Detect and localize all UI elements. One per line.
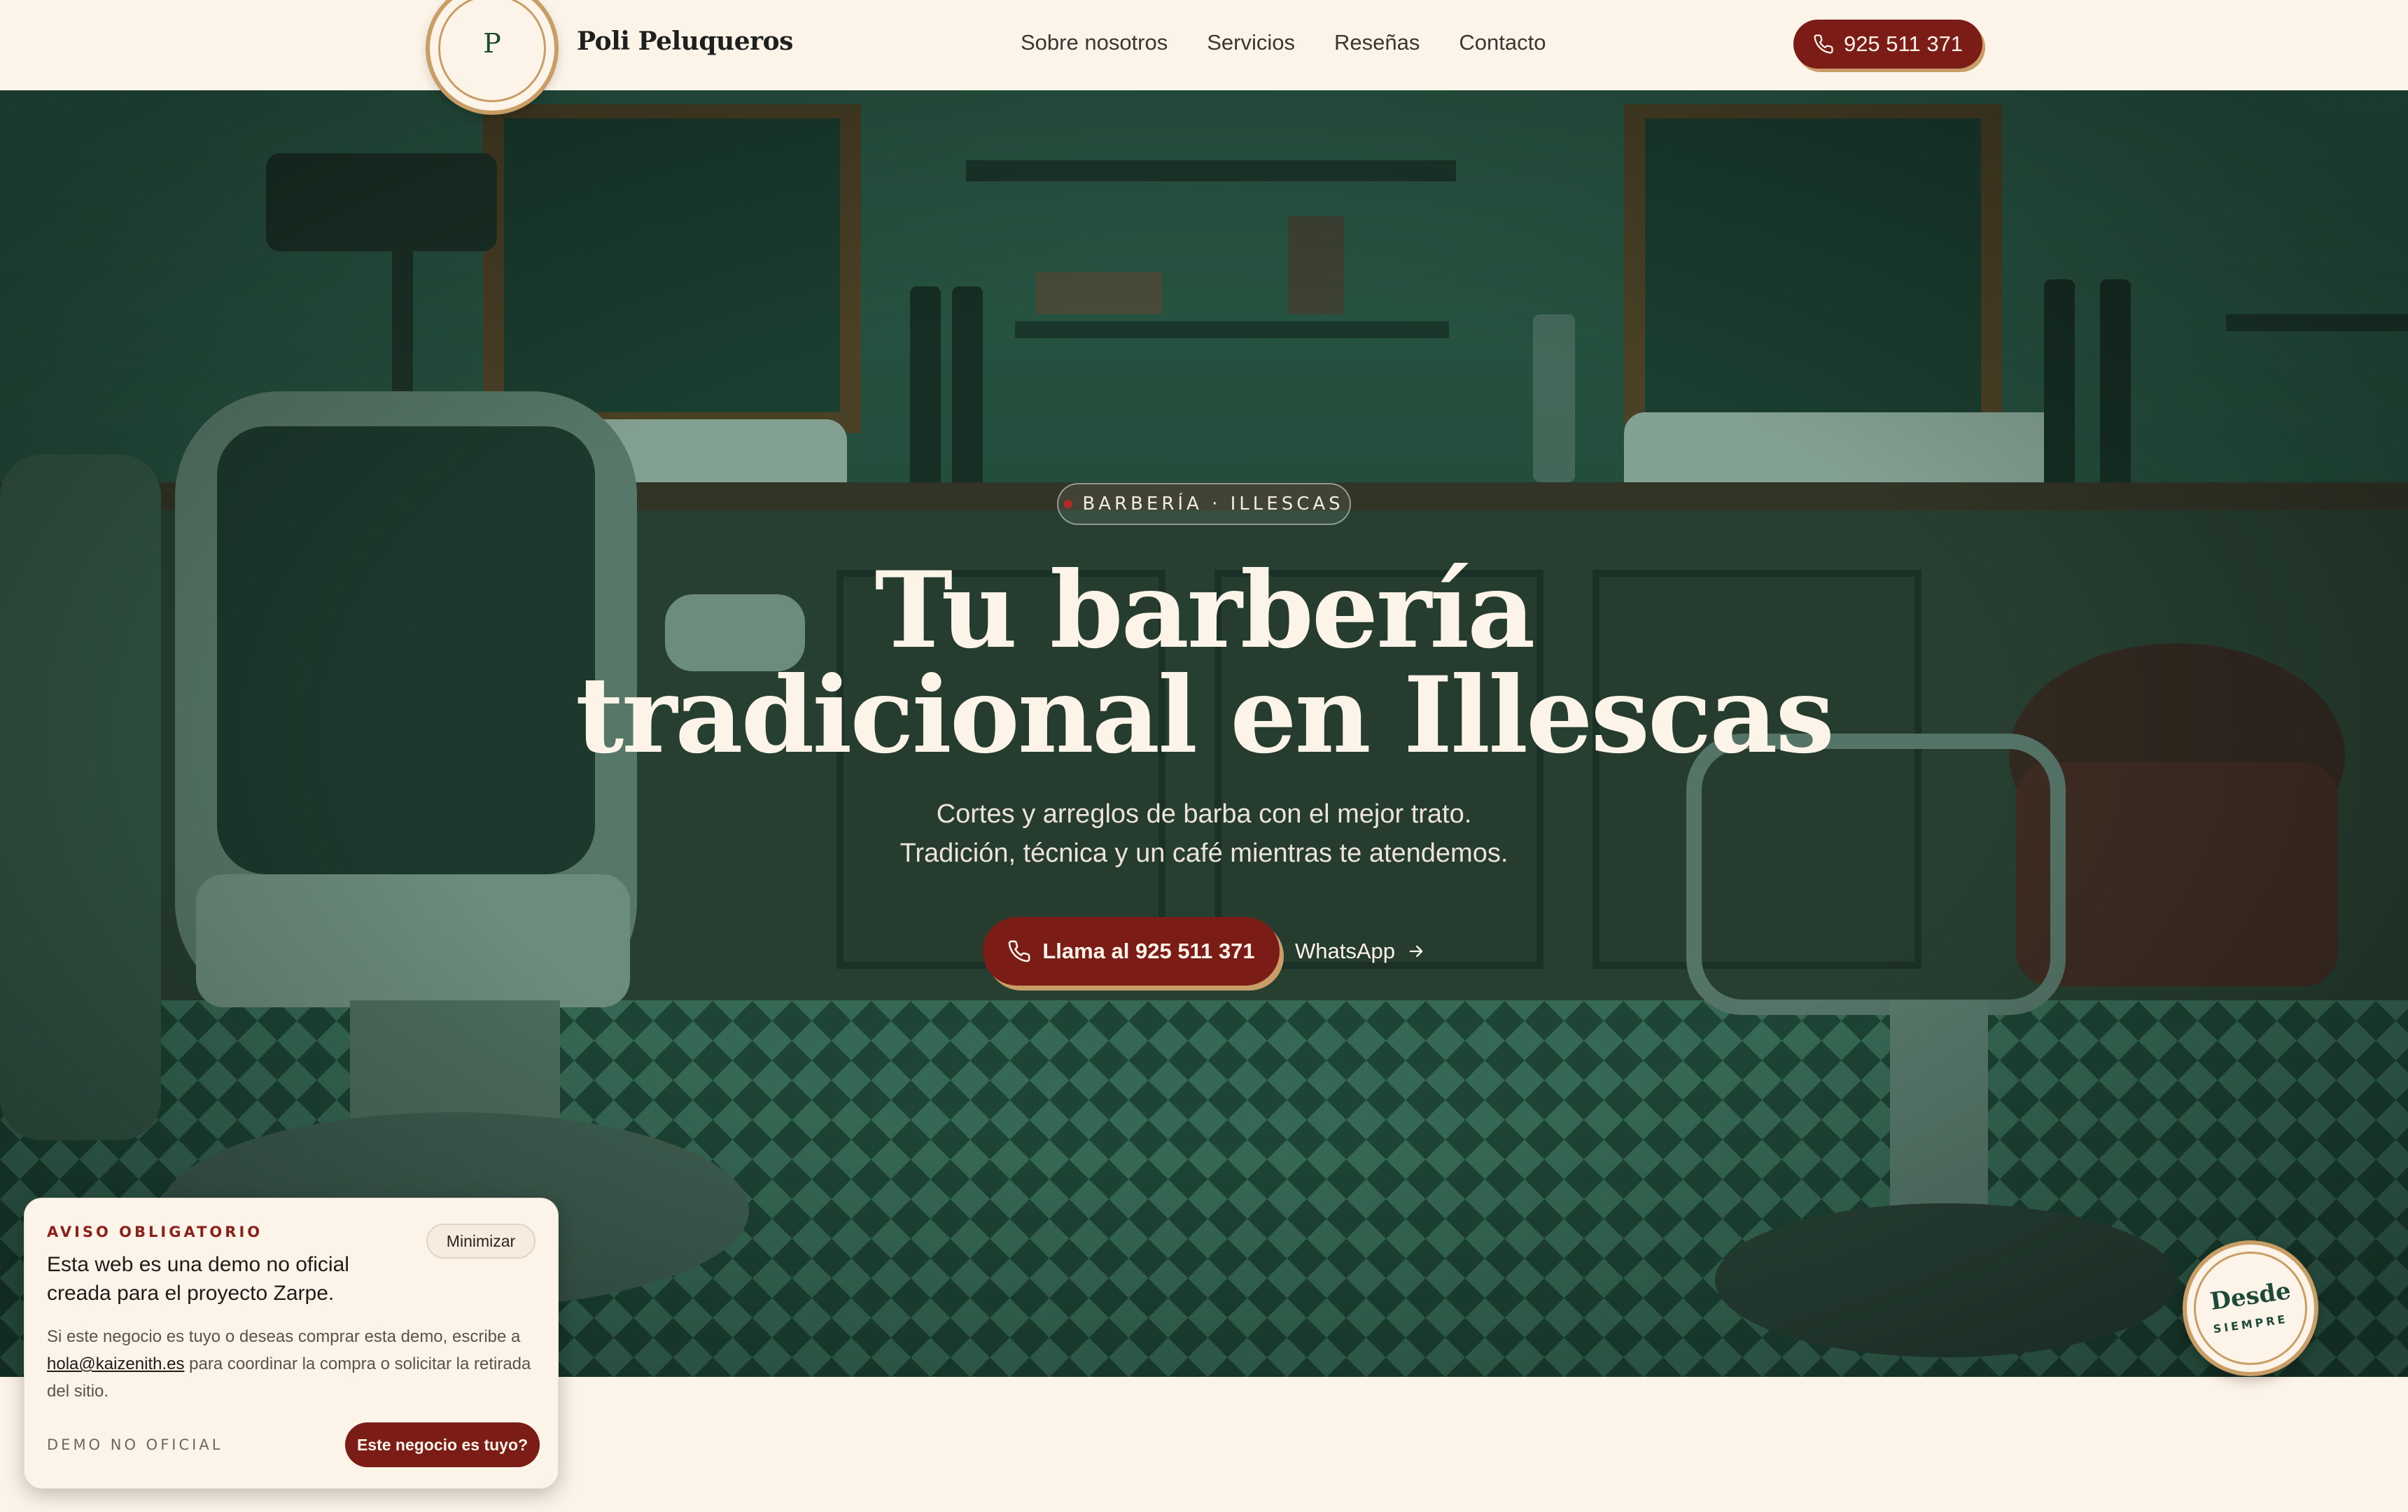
kicker-text: BARBERÍA · ILLESCAS bbox=[1082, 493, 1344, 514]
header-phone-button[interactable]: 925 511 371 bbox=[1793, 20, 1982, 69]
kicker-dot bbox=[1064, 500, 1073, 508]
claim-business-button[interactable]: Este negocio es tuyo? bbox=[345, 1422, 540, 1467]
kicker-pill: BARBERÍA · ILLESCAS bbox=[1057, 483, 1351, 525]
site-header: P Poli Peluqueros Sobre nosotros Servici… bbox=[0, 0, 2408, 115]
call-button[interactable]: Llama al 925 511 371 bbox=[983, 917, 1280, 986]
hero-section: BARBERÍA · ILLESCAS Tu barbería tradicio… bbox=[0, 90, 2408, 1377]
hero-subtitle: Cortes y arreglos de barba con el mejor … bbox=[714, 794, 1694, 873]
since-badge: Desde SIEMPRE bbox=[2183, 1240, 2318, 1376]
call-button-label: Llama al 925 511 371 bbox=[1042, 939, 1255, 963]
whatsapp-label: WhatsApp bbox=[1295, 939, 1396, 963]
nav-sobre-nosotros[interactable]: Sobre nosotros bbox=[1021, 30, 1168, 55]
notice-body: Si este negocio es tuyo o deseas comprar… bbox=[47, 1323, 537, 1405]
nav-contacto[interactable]: Contacto bbox=[1459, 30, 1546, 55]
phone-icon bbox=[1814, 34, 1833, 54]
header-phone-label: 925 511 371 bbox=[1843, 31, 1963, 56]
logo-letter: P bbox=[483, 28, 501, 59]
demo-label: DEMO NO OFICIAL bbox=[47, 1436, 223, 1453]
nav-resenas[interactable]: Reseñas bbox=[1334, 30, 1420, 55]
hero-subtitle-line1: Cortes y arreglos de barba con el mejor … bbox=[936, 799, 1472, 829]
phone-icon bbox=[1009, 940, 1030, 962]
hero-title-line2: tradicional en Illescas bbox=[575, 654, 1835, 777]
nav-servicios[interactable]: Servicios bbox=[1207, 30, 1295, 55]
main-nav: Sobre nosotros Servicios Reseñas Contact… bbox=[1021, 30, 1546, 55]
notice-title: Esta web es una demo no oficial creada p… bbox=[47, 1253, 349, 1305]
hero-title: Tu barbería tradicional en Illescas bbox=[574, 558, 1835, 768]
notice-kicker: AVISO OBLIGATORIO bbox=[47, 1224, 263, 1240]
whatsapp-link[interactable]: WhatsApp bbox=[1295, 934, 1426, 969]
notice-body-before: Si este negocio es tuyo o deseas comprar… bbox=[47, 1327, 521, 1346]
brand-name[interactable]: Poli Peluqueros bbox=[577, 27, 793, 56]
minimize-button[interactable]: Minimizar bbox=[426, 1224, 536, 1259]
demo-notice-card: AVISO OBLIGATORIO Minimizar Esta web es … bbox=[24, 1198, 559, 1489]
arrow-right-icon bbox=[1409, 945, 1423, 958]
notice-email-link[interactable]: hola@kaizenith.es bbox=[47, 1354, 184, 1373]
hero-subtitle-line2: Tradición, técnica y un café mientras te… bbox=[899, 839, 1508, 868]
